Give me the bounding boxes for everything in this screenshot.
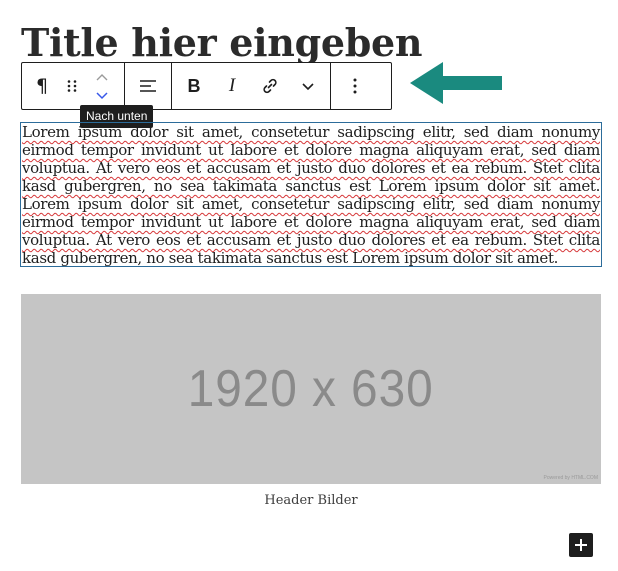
link-button[interactable]	[258, 63, 282, 109]
image-credit: Powered by HTML.COM	[543, 475, 598, 481]
pilcrow-icon: ¶	[35, 74, 49, 97]
alignment-group	[125, 63, 172, 109]
align-button[interactable]	[136, 63, 160, 109]
plus-icon	[575, 539, 587, 551]
post-title[interactable]: Title hier eingeben	[21, 20, 423, 66]
block-toolbar: ¶ B I	[21, 62, 392, 110]
block-controls-group: ¶	[22, 63, 125, 109]
italic-icon: I	[228, 75, 236, 96]
move-up-button[interactable]	[90, 68, 114, 86]
link-icon	[263, 78, 277, 94]
align-left-icon	[140, 80, 156, 92]
format-group: B I	[172, 63, 331, 109]
block-movers	[90, 63, 114, 109]
image-block[interactable]: 1920 x 630 Powered by HTML.COM	[21, 294, 601, 484]
italic-button[interactable]: I	[220, 63, 244, 109]
options-group	[331, 63, 379, 109]
image-placeholder-text: 1920 x 630	[188, 360, 434, 418]
image-caption[interactable]: Header Bilder	[21, 493, 601, 509]
bold-icon: B	[187, 75, 201, 96]
add-block-button[interactable]	[569, 533, 593, 557]
arrow-left-icon	[410, 62, 502, 104]
paragraph-block-type-button[interactable]: ¶	[30, 63, 54, 109]
options-button[interactable]	[343, 63, 367, 109]
more-vertical-icon	[353, 78, 357, 94]
move-down-button[interactable]	[90, 86, 114, 104]
drag-handle-icon	[67, 80, 77, 92]
more-rich-text-button[interactable]	[296, 63, 320, 109]
drag-handle-button[interactable]	[60, 63, 84, 109]
bold-button[interactable]: B	[182, 63, 206, 109]
paragraph-block[interactable]: Lorem ipsum dolor sit amet, consetetur s…	[20, 122, 602, 267]
chevron-down-icon	[302, 82, 314, 90]
chevron-down-icon	[96, 91, 108, 99]
paragraph-text: Lorem ipsum dolor sit amet, consetetur s…	[22, 123, 600, 267]
chevron-up-icon	[96, 73, 108, 80]
